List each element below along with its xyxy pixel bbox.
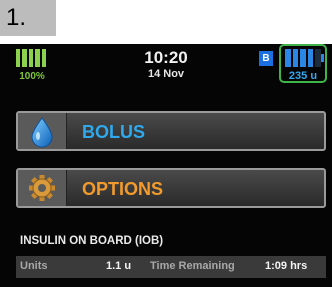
iob-time-remaining-label: Time Remaining: [150, 260, 235, 272]
bluetooth-badge: B: [259, 51, 273, 66]
iob-units-value: 1.1 u: [106, 260, 132, 272]
iob-title: INSULIN ON BOARD (IOB): [20, 235, 164, 247]
clock-time: 10:20: [144, 48, 188, 67]
insulin-remaining-indicator: 235 u: [279, 44, 327, 83]
iob-row: Units 1.1 u Time Remaining 1:09 hrs: [16, 256, 326, 278]
bolus-button[interactable]: BOLUS: [16, 111, 326, 151]
iob-units-label: Units: [20, 260, 48, 272]
clock-date: 14 Nov: [147, 68, 185, 80]
gear-icon: [18, 170, 67, 206]
bolus-button-label: BOLUS: [82, 122, 145, 142]
options-button-label: OPTIONS: [82, 179, 164, 199]
insulin-cartridge-icon: [285, 49, 321, 67]
pump-screen: 100% 10:20 14 Nov B 235 u BOLUS OPTIONS …: [0, 44, 332, 287]
insulin-remaining-units: 235 u: [288, 70, 318, 82]
step-number-label: 1.: [0, 0, 56, 36]
pump-battery-icon: [16, 49, 47, 67]
insulin-drop-icon: [18, 113, 67, 149]
pump-battery-percent: 100%: [19, 71, 45, 82]
options-button[interactable]: OPTIONS: [16, 168, 326, 208]
iob-time-remaining-value: 1:09 hrs: [265, 260, 308, 272]
